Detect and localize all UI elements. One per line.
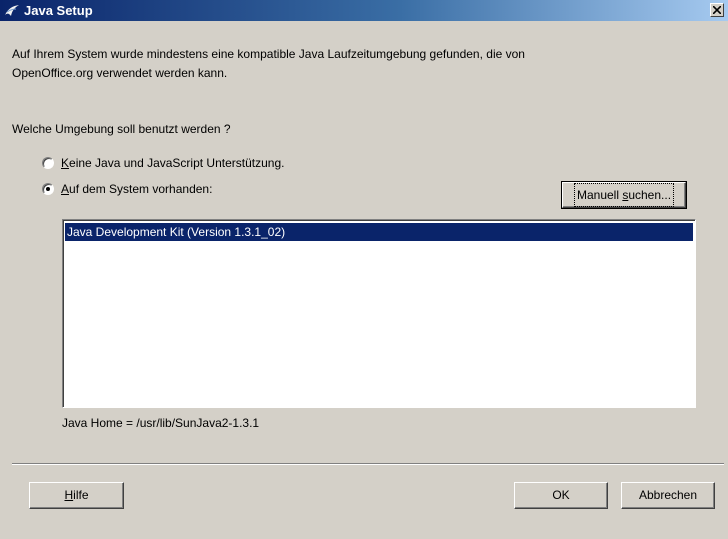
intro-line-2: OpenOffice.org verwendet werden kann. xyxy=(12,66,228,80)
intro-line-1: Auf Ihrem System wurde mindestens eine k… xyxy=(12,47,525,61)
jre-list[interactable]: Java Development Kit (Version 1.3.1_02) xyxy=(62,219,696,408)
java-home-label: Java Home = /usr/lib/SunJava2-1.3.1 xyxy=(62,416,260,430)
radio-no-java[interactable] xyxy=(42,157,54,169)
window-title: Java Setup xyxy=(24,3,93,18)
title-bar[interactable]: Java Setup xyxy=(0,0,728,21)
radio-system-java-label[interactable]: Auf dem System vorhanden: xyxy=(61,182,212,196)
close-icon xyxy=(713,6,721,14)
ok-button[interactable]: OK xyxy=(514,482,608,509)
radio-system-java[interactable] xyxy=(42,183,54,195)
app-logo-icon xyxy=(4,3,20,18)
close-button[interactable] xyxy=(710,3,724,17)
list-item[interactable]: Java Development Kit (Version 1.3.1_02) xyxy=(65,223,693,241)
cancel-button[interactable]: Abbrechen xyxy=(621,482,715,509)
radio-selected-dot xyxy=(46,187,50,191)
radio-no-java-label[interactable]: Keine Java und JavaScript Unterstützung. xyxy=(61,156,284,170)
help-button[interactable]: Hilfe xyxy=(29,482,124,509)
manual-search-label: Manuell suchen... xyxy=(573,183,675,207)
manual-search-button[interactable]: Manuell suchen... xyxy=(561,181,687,209)
footer-separator xyxy=(12,463,724,465)
question-label: Welche Umgebung soll benutzt werden ? xyxy=(12,122,231,136)
